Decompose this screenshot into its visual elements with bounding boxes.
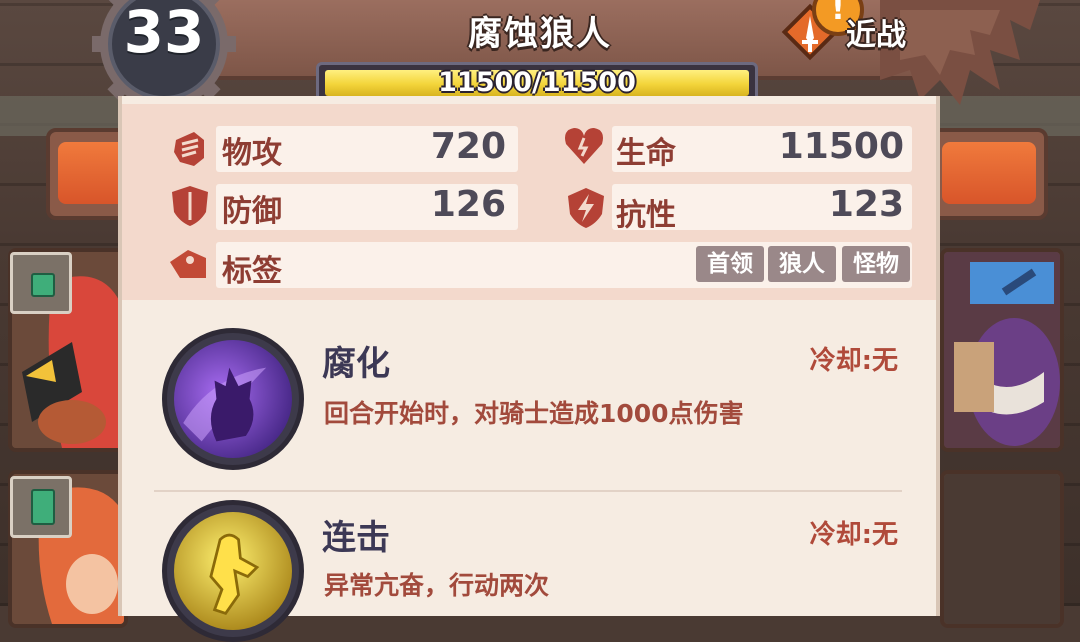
right-enemy-card-top xyxy=(940,248,1064,452)
attack-type-label: 近战 xyxy=(846,18,906,53)
skill-name-1: 腐化 xyxy=(322,344,390,384)
tag-monster: 怪物 xyxy=(842,246,910,282)
stat-value-def: 126 xyxy=(430,184,506,225)
stat-label-hp: 生命 xyxy=(616,136,676,171)
tag-icon xyxy=(170,250,206,278)
skill-cooldown-2: 冷却:无 xyxy=(809,520,898,550)
level-number: 33 xyxy=(123,0,205,66)
right-side-banner xyxy=(930,128,1048,220)
skill-icon-combo[interactable] xyxy=(162,500,304,642)
corruption-skill-icon xyxy=(174,340,292,458)
skill-divider xyxy=(154,490,902,492)
heart-icon xyxy=(565,128,603,164)
stat-value-hp: 11500 xyxy=(778,126,904,167)
left-slot-top xyxy=(10,252,72,314)
skill-desc-1: 回合开始时，对骑士造成1000点伤害 xyxy=(324,399,744,428)
fist-icon xyxy=(174,132,204,166)
skill-name-2: 连击 xyxy=(322,518,390,558)
lightning-shield-icon xyxy=(568,188,604,228)
right-enemy-card-bottom xyxy=(940,470,1064,628)
combo-skill-icon xyxy=(174,512,292,630)
skill-icon-corruption[interactable] xyxy=(162,328,304,470)
stat-label-tags: 标签 xyxy=(222,254,282,289)
stat-label-def: 防御 xyxy=(222,194,282,229)
tag-werewolf: 狼人 xyxy=(768,246,836,282)
left-slot-bottom xyxy=(10,476,72,538)
stat-label-atk: 物攻 xyxy=(222,136,282,171)
stat-label-res: 抗性 xyxy=(616,198,676,233)
stat-value-res: 123 xyxy=(828,184,904,225)
enemy-portrait-purple xyxy=(944,252,1060,448)
skill-desc-2: 异常亢奋，行动两次 xyxy=(324,571,550,600)
shield-icon xyxy=(172,186,208,226)
stat-value-atk: 720 xyxy=(430,126,506,167)
tag-boss: 首领 xyxy=(696,246,764,282)
skill-cooldown-1: 冷却:无 xyxy=(809,346,898,376)
monster-name: 腐蚀狼人 xyxy=(468,14,612,54)
